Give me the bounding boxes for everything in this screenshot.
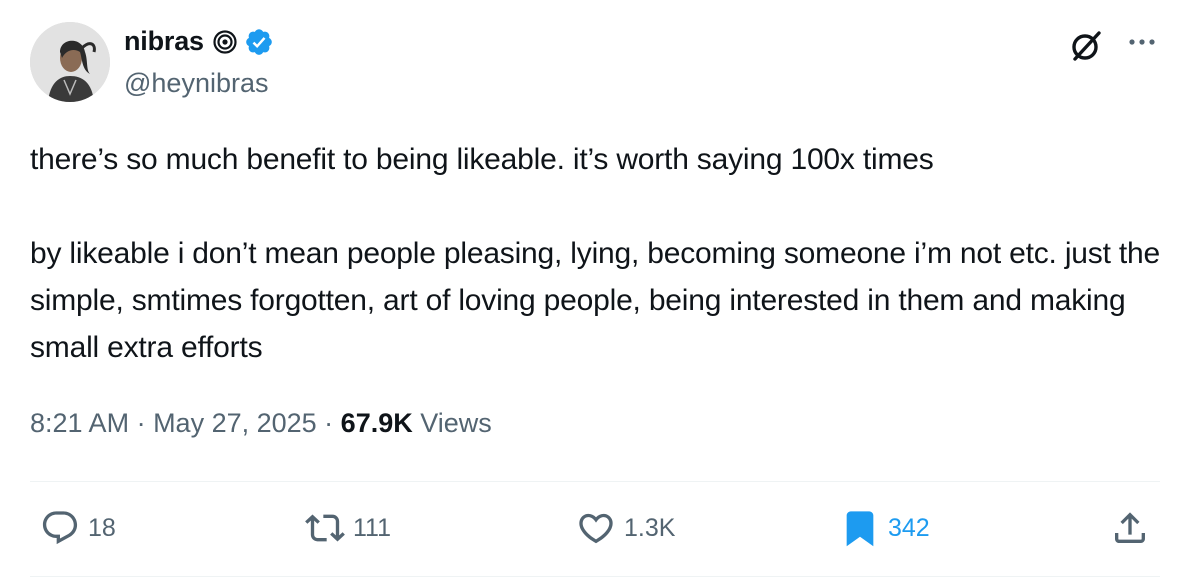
- meta-separator: ·: [129, 408, 154, 438]
- repost-count: 111: [353, 513, 392, 542]
- divider: [30, 576, 1160, 577]
- views-label-space: [413, 408, 421, 439]
- spiral-icon: [212, 29, 238, 55]
- tweet-card: nibras @heynibras there’s so much benefi…: [0, 0, 1202, 582]
- author-display-name[interactable]: nibras: [124, 26, 204, 57]
- divider: [30, 481, 1160, 482]
- tweet-text: there’s so much benefit to being likeabl…: [30, 143, 1160, 364]
- bookmark-icon: [846, 511, 874, 547]
- avatar[interactable]: [30, 22, 110, 102]
- share-icon: [1115, 512, 1145, 543]
- share-button[interactable]: [1110, 508, 1150, 548]
- reply-icon: [42, 511, 78, 545]
- bookmark-count: 342: [888, 513, 930, 542]
- avatar-photo-icon: [30, 22, 110, 102]
- tweet-meta: 8:21 AM · May 27, 2025 · 67.9K Views: [30, 408, 492, 439]
- views-label: Views: [420, 408, 492, 438]
- grok-icon[interactable]: [1066, 26, 1106, 66]
- verified-badge-icon[interactable]: [244, 27, 274, 57]
- more-icon[interactable]: [1124, 30, 1160, 54]
- reply-count: 18: [88, 513, 116, 542]
- heart-icon: [579, 513, 613, 544]
- tweet-time[interactable]: 8:21 AM: [30, 408, 129, 439]
- like-count: 1.3K: [624, 513, 676, 542]
- meta-separator: ·: [316, 408, 341, 438]
- bookmark-button[interactable]: 342: [840, 508, 930, 548]
- views-count[interactable]: 67.9K: [341, 408, 413, 439]
- like-button[interactable]: 1.3K: [576, 508, 675, 548]
- author-handle[interactable]: @heynibras: [124, 68, 268, 99]
- reply-button[interactable]: 18: [40, 508, 116, 548]
- repost-icon: [305, 514, 345, 542]
- tweet-date[interactable]: May 27, 2025: [153, 408, 317, 439]
- author-name-row[interactable]: nibras: [124, 26, 274, 57]
- repost-button[interactable]: 111: [305, 508, 391, 548]
